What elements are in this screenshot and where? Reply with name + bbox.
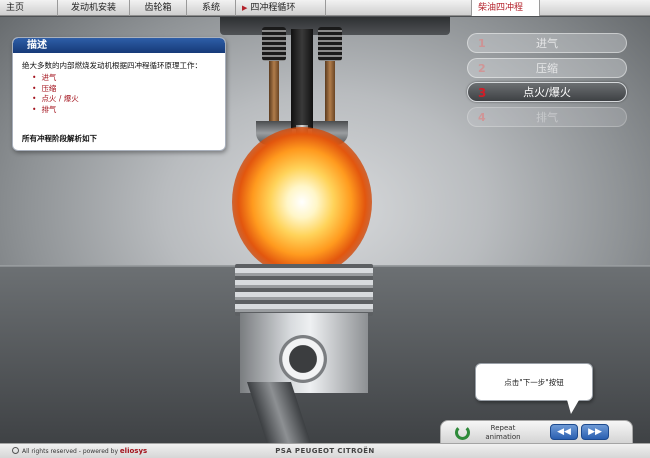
repeat-label: Repeat animation — [477, 424, 529, 441]
footer-bar: All rights reserved - powered by eliosys… — [0, 443, 650, 458]
fast-forward-icon: ▶▶ — [588, 427, 602, 437]
next-step-tooltip: 点击"下一步"按钮 — [475, 363, 593, 401]
step-ignition-button[interactable]: 3 点火/爆火 — [467, 82, 627, 103]
menu-engine-install[interactable]: 发动机安装 — [58, 0, 130, 16]
menu-current-path[interactable]: ▶ 四冲程循环 — [236, 0, 326, 16]
description-body: 绝大多数的内部燃烧发动机根据四冲程循环原理工作： 进气 压缩 点火 / 爆火 排… — [13, 53, 225, 122]
combustion-flame — [232, 127, 372, 277]
list-item: 进气 — [32, 73, 216, 84]
step-label: 排气 — [536, 110, 558, 124]
description-intro: 绝大多数的内部燃烧发动机根据四冲程循环原理工作： — [22, 61, 202, 70]
step-exhaust-button[interactable]: 4 排气 — [467, 106, 627, 127]
list-item: 排气 — [32, 105, 216, 116]
stroke-step-list: 1 进气 2 压缩 3 点火/爆火 4 排气 — [467, 33, 627, 131]
spark-plug — [291, 29, 313, 129]
description-title: 描述 — [13, 38, 225, 53]
rewind-icon: ◀◀ — [557, 427, 571, 437]
brand-name: PSA PEUGEOT CITROËN — [275, 447, 375, 455]
list-item: 压缩 — [32, 84, 216, 95]
current-path-label: 四冲程循环 — [250, 3, 296, 13]
menu-active-module[interactable]: 柴油四冲程 — [471, 0, 540, 16]
valve-spring-right — [318, 27, 342, 61]
playback-controls: Repeat animation ◀◀ ▶▶ — [440, 420, 633, 444]
menu-gearbox[interactable]: 齿轮箱 — [130, 0, 187, 16]
repeat-label-line1: Repeat — [490, 424, 516, 432]
step-label: 点火/爆火 — [523, 86, 571, 100]
menu-home[interactable]: 主页 — [0, 0, 58, 16]
description-footer: 所有冲程阶段解析如下 — [22, 134, 97, 143]
menu-spacer — [326, 0, 471, 15]
menu-systems[interactable]: 系统 — [187, 0, 236, 16]
list-item: 点火 / 爆火 — [32, 94, 216, 105]
description-panel: 描述 绝大多数的内部燃烧发动机根据四冲程循环原理工作： 进气 压缩 点火 / 爆… — [12, 37, 226, 151]
step-label: 进气 — [536, 37, 558, 50]
piston-pin — [279, 335, 327, 383]
piston-rings — [235, 264, 373, 316]
step-compression-button[interactable]: 2 压缩 — [467, 57, 627, 78]
valve-spring-left — [262, 27, 286, 61]
next-step-button[interactable]: ▶▶ — [581, 424, 609, 440]
play-arrow-icon: ▶ — [242, 4, 248, 12]
top-menu-bar: 主页 发动机安装 齿轮箱 系统 ▶ 四冲程循环 柴油四冲程 — [0, 0, 650, 16]
step-intake-button[interactable]: 1 进气 — [467, 33, 627, 53]
stroke-list: 进气 压缩 点火 / 爆火 排气 — [32, 73, 216, 115]
previous-step-button[interactable]: ◀◀ — [550, 424, 578, 440]
repeat-animation-button[interactable]: Repeat animation — [447, 422, 531, 443]
step-label: 压缩 — [536, 61, 558, 75]
repeat-label-line2: animation — [485, 432, 521, 441]
repeat-icon — [455, 425, 470, 440]
